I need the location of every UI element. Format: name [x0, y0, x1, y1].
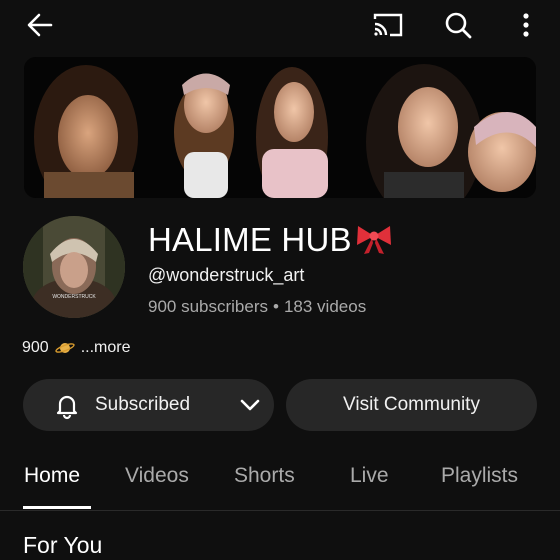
- stats-separator: •: [273, 297, 279, 316]
- more-options-button[interactable]: [506, 6, 546, 44]
- channel-banner: [24, 57, 536, 198]
- channel-avatar[interactable]: WONDERSTRUCK: [23, 216, 125, 318]
- channel-handle: @wonderstruck_art: [148, 265, 305, 285]
- description-text: 900: [22, 339, 49, 356]
- subscriber-count: 900 subscribers: [148, 297, 269, 316]
- subscribed-label: Subscribed: [95, 394, 191, 415]
- active-tab-indicator: [23, 506, 91, 509]
- search-button[interactable]: [438, 6, 478, 44]
- back-button[interactable]: [20, 6, 60, 44]
- top-app-bar: [0, 0, 560, 50]
- section-title: For You: [23, 532, 103, 558]
- search-icon: [445, 12, 472, 39]
- avatar-watermark: WONDERSTRUCK: [52, 294, 96, 300]
- tab-playlists[interactable]: Playlists: [441, 464, 518, 488]
- ribbon-bow-icon: [356, 226, 391, 254]
- video-count: 183 videos: [283, 297, 367, 316]
- cast-icon: [373, 13, 403, 37]
- description-more-link[interactable]: ...more: [81, 339, 131, 357]
- arrow-left-icon: [27, 13, 53, 37]
- tabs-divider: [0, 510, 560, 511]
- visit-community-label: Visit Community: [343, 394, 480, 415]
- bell-icon: [56, 395, 78, 420]
- ringed-planet-icon: [55, 343, 75, 353]
- subscribed-button[interactable]: Subscribed: [23, 379, 274, 431]
- channel-description[interactable]: 900 ...more: [22, 339, 131, 357]
- channel-tabs: Home Videos Shorts Live Playlists: [0, 450, 560, 510]
- avatar-image: WONDERSTRUCK: [23, 216, 125, 318]
- chevron-down-icon: [240, 399, 260, 411]
- visit-community-button[interactable]: Visit Community: [286, 379, 537, 431]
- tab-live[interactable]: Live: [350, 464, 389, 488]
- tab-videos[interactable]: Videos: [125, 464, 189, 488]
- tab-home[interactable]: Home: [24, 464, 80, 488]
- channel-stats: 900 subscribers • 183 videos: [148, 297, 366, 317]
- channel-name: HALIME HUB: [148, 221, 394, 259]
- tab-shorts[interactable]: Shorts: [234, 464, 295, 488]
- more-vert-icon: [523, 13, 529, 37]
- cast-button[interactable]: [368, 6, 408, 44]
- banner-image: [24, 57, 536, 198]
- channel-name-text: HALIME HUB: [148, 221, 352, 258]
